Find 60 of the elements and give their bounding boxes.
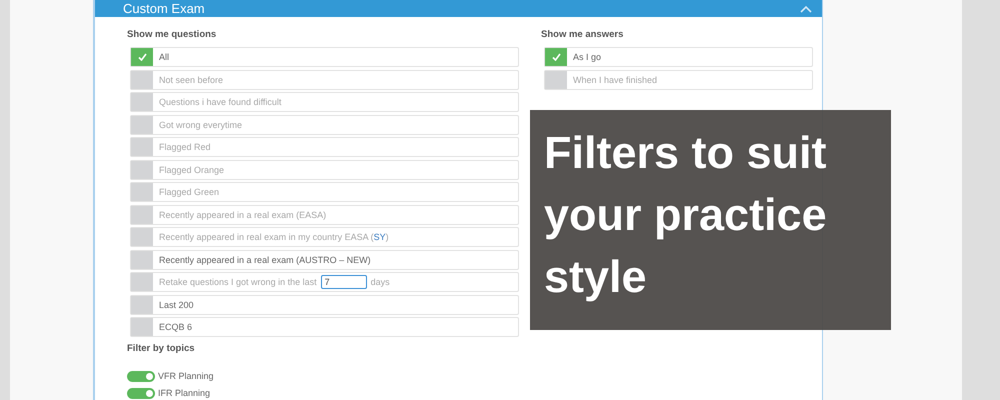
option-label: Not seen before — [158, 74, 224, 86]
topic-label: IFR Planning — [158, 388, 210, 398]
option-row[interactable]: Recently appeared in a real exam (AUSTRO – NEW) — [130, 250, 519, 270]
option-row[interactable]: As I go — [544, 47, 813, 67]
panel-title: Custom Exam — [123, 1, 205, 16]
option-row[interactable]: All — [130, 47, 519, 67]
checkbox[interactable] — [131, 206, 153, 224]
option-label: Flagged Red — [158, 141, 211, 154]
option-row[interactable]: Retake questions I got wrong in the last 7 days — [130, 272, 519, 292]
caption-banner: Filters to suit your practice style — [530, 110, 891, 330]
chevron-icon[interactable] — [800, 4, 812, 12]
section-heading: Show me answers — [541, 29, 624, 42]
panel-header[interactable]: Custom Exam — [95, 0, 822, 17]
option-label: Flagged Orange — [158, 164, 224, 177]
checkmark-icon — [552, 53, 560, 61]
days-input[interactable]: 7 — [320, 275, 367, 289]
section-heading: Show me questions — [127, 29, 218, 42]
option-label: Retake questions I got wrong in the last — [159, 277, 317, 287]
checkbox[interactable] — [131, 48, 153, 66]
section-heading: Filter by topics — [127, 343, 196, 356]
option-label: ECQB 6 — [158, 321, 192, 334]
option-label: When I have finished — [572, 74, 658, 86]
option-label: Recently appeared in a real exam (AUSTRO – NEW) — [158, 254, 371, 267]
option-row[interactable]: When I have finished — [544, 70, 813, 90]
option-row[interactable]: Recently appeared in a real exam (EASA) — [130, 204, 519, 224]
option-label: Got wrong everytime — [158, 118, 242, 132]
checkbox[interactable] — [131, 70, 153, 88]
checkbox[interactable] — [545, 70, 567, 88]
option-label: Recently appeared in real exam in my country EASA (SY) — [158, 231, 389, 244]
checkbox[interactable] — [131, 160, 153, 178]
checkbox[interactable] — [131, 318, 153, 336]
option-label: Last 200 — [158, 298, 194, 312]
option-row[interactable]: Questions i have found difficult — [130, 92, 519, 112]
option-label: As I go — [572, 51, 602, 64]
days-label: days — [370, 277, 390, 287]
checkbox[interactable] — [131, 116, 153, 134]
option-row[interactable]: Flagged Red — [130, 137, 519, 157]
option-label: All — [158, 51, 170, 64]
checkmark-icon — [138, 53, 146, 61]
checkbox[interactable] — [131, 93, 153, 111]
toggle-switch[interactable] — [127, 388, 155, 398]
topic-label: VFR Planning — [158, 371, 214, 381]
checkbox[interactable] — [131, 228, 153, 246]
checkbox[interactable] — [131, 250, 153, 268]
option-row[interactable]: Got wrong everytime — [130, 114, 519, 134]
option-label: Recently appeared in a real exam (EASA) — [158, 208, 326, 222]
checkbox[interactable] — [131, 296, 153, 314]
option-row[interactable]: Last 200 — [130, 294, 519, 314]
checkbox[interactable] — [545, 48, 567, 66]
checkbox[interactable] — [131, 138, 153, 156]
option-label: Flagged Green — [158, 186, 220, 199]
option-row[interactable]: Flagged Green — [130, 182, 519, 202]
option-row[interactable]: Not seen before — [130, 70, 519, 90]
checkbox[interactable] — [131, 273, 153, 291]
option-row[interactable]: Recently appeared in real exam in my country EASA (SY) — [130, 227, 519, 247]
option-row[interactable]: ECQB 6 — [130, 317, 519, 337]
checkbox[interactable] — [131, 183, 153, 201]
toggle-switch[interactable] — [127, 370, 155, 382]
option-label: Questions i have found difficult — [158, 96, 282, 109]
option-row[interactable]: Flagged Orange — [130, 160, 519, 180]
